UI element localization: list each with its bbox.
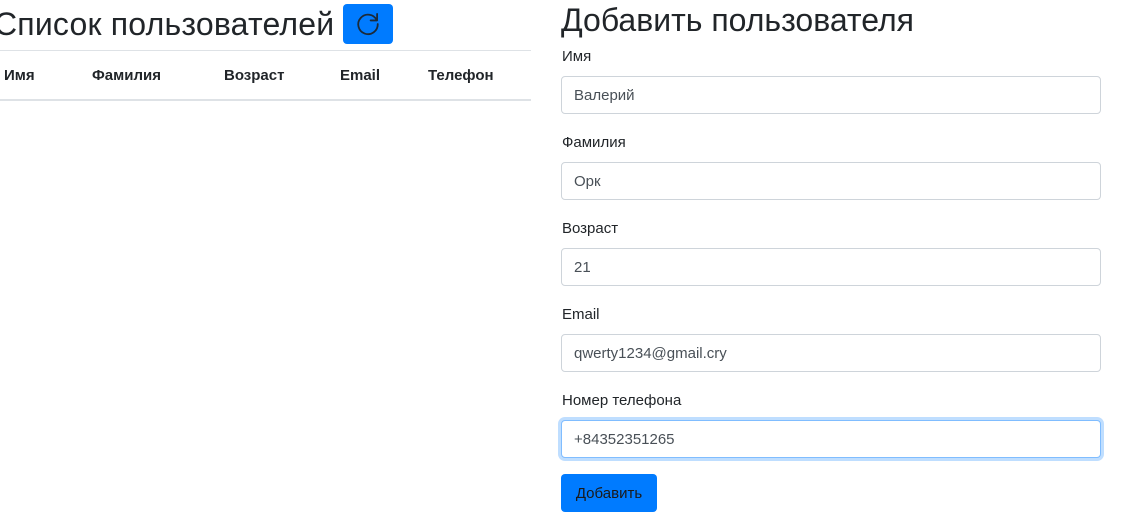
phone-label: Номер телефона <box>562 392 682 409</box>
column-header-age: Возраст <box>224 50 340 101</box>
age-input[interactable] <box>561 248 1101 286</box>
phone-input[interactable] <box>561 420 1101 458</box>
last-name-input[interactable] <box>561 162 1101 200</box>
column-header-last-name: Фамилия <box>92 50 224 101</box>
age-label: Возраст <box>562 220 619 237</box>
user-list-header: Список пользователей <box>0 2 394 46</box>
users-table-header-row: Имя Фамилия Возраст Email Телефон <box>0 50 531 101</box>
users-table: Имя Фамилия Возраст Email Телефон <box>0 50 531 101</box>
column-header-email: Email <box>340 50 428 101</box>
email-label: Email <box>562 306 600 323</box>
first-name-label: Имя <box>562 48 592 65</box>
column-header-phone: Телефон <box>428 50 531 101</box>
column-header-first-name: Имя <box>0 50 92 101</box>
user-list-title: Список пользователей <box>0 5 335 42</box>
refresh-button[interactable] <box>343 4 394 44</box>
email-input[interactable] <box>561 334 1101 372</box>
add-user-title: Добавить пользователя <box>561 2 914 38</box>
refresh-icon <box>355 11 381 37</box>
page: Список пользователей Имя Фамилия Возраст… <box>0 0 1138 523</box>
last-name-label: Фамилия <box>562 134 626 151</box>
add-user-button[interactable]: Добавить <box>561 474 657 512</box>
first-name-input[interactable] <box>561 76 1101 114</box>
